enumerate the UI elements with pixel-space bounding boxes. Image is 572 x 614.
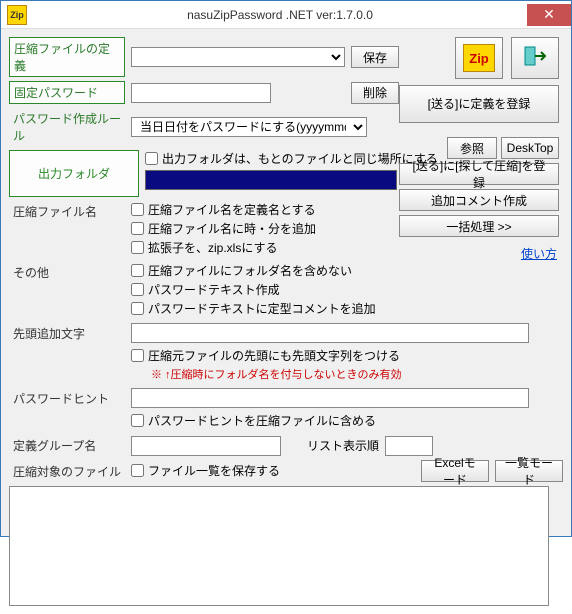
titlebar: Zip nasuZipPassword .NET ver:1.7.0.0 ✕	[1, 1, 571, 29]
chk-outsame-label: 出力フォルダは、もとのファイルと同じ場所にする	[162, 150, 438, 167]
register-sendto-button[interactable]: [送る]に定義を登録	[399, 85, 559, 123]
fixedpw-input[interactable]	[131, 83, 271, 103]
chk-savelist-label: ファイル一覧を保存する	[148, 462, 280, 479]
label-hint: パスワードヒント	[9, 388, 125, 409]
chk-pwcomment-label: パスワードテキストに定型コメントを追加	[148, 300, 376, 317]
chk-pwtext-label: パスワードテキスト作成	[148, 281, 280, 298]
prefix-input[interactable]	[131, 323, 529, 343]
chk-defname-label: 圧縮ファイル名を定義名とする	[148, 201, 316, 218]
search-register-button[interactable]: [送る]に[探して圧縮]を登録	[399, 163, 559, 185]
hint-input[interactable]	[131, 388, 529, 408]
label-target: 圧縮対象のファイル	[9, 461, 125, 482]
exit-icon	[521, 42, 549, 75]
chk-ext[interactable]	[131, 241, 144, 254]
output-folder-button[interactable]: 出力フォルダ	[9, 150, 139, 197]
chk-hint[interactable]	[131, 414, 144, 427]
browse-button[interactable]: 参照	[447, 137, 497, 159]
app-icon: Zip	[7, 5, 27, 25]
definition-select[interactable]	[131, 47, 345, 67]
chk-time-label: 圧縮ファイル名に時・分を追加	[148, 220, 316, 237]
excel-mode-button[interactable]: Excelモード	[421, 460, 489, 482]
close-button[interactable]: ✕	[527, 4, 571, 26]
chk-defname[interactable]	[131, 203, 144, 216]
save-button[interactable]: 保存	[351, 46, 399, 68]
chk-savelist[interactable]	[131, 464, 144, 477]
chk-outsame[interactable]	[145, 152, 158, 165]
label-fixedpw: 固定パスワード	[9, 81, 125, 104]
chk-ext-label: 拡張子を、zip.xlsにする	[148, 239, 277, 256]
chk-time[interactable]	[131, 222, 144, 235]
chk-srcprefix-label: 圧縮元ファイルの先頭にも先頭文字列をつける	[148, 347, 400, 364]
label-prefix: 先頭追加文字	[9, 323, 125, 344]
add-comment-button[interactable]: 追加コメント作成	[399, 189, 559, 211]
delete-button[interactable]: 削除	[351, 82, 399, 104]
rule-select[interactable]: 当日日付をパスワードにする(yyyymmdd)	[131, 117, 367, 137]
chk-nofolder[interactable]	[131, 264, 144, 277]
label-other: その他	[9, 262, 125, 283]
group-input[interactable]	[131, 436, 281, 456]
howto-link[interactable]: 使い方	[521, 247, 557, 261]
chk-nofolder-label: 圧縮ファイルにフォルダ名を含めない	[148, 262, 352, 279]
label-definition: 圧縮ファイルの定義	[9, 37, 125, 77]
batch-button[interactable]: 一括処理 >>	[399, 215, 559, 237]
label-listorder: リスト表示順	[307, 437, 379, 454]
listorder-input[interactable]	[385, 436, 433, 456]
output-path-display[interactable]	[145, 170, 397, 190]
window-title: nasuZipPassword .NET ver:1.7.0.0	[33, 8, 527, 22]
exit-button[interactable]	[511, 37, 559, 79]
chk-hint-label: パスワードヒントを圧縮ファイルに含める	[148, 412, 376, 429]
chk-pwtext[interactable]	[131, 283, 144, 296]
label-zipname: 圧縮ファイル名	[9, 201, 125, 222]
chk-srcprefix[interactable]	[131, 349, 144, 362]
desktop-button[interactable]: DeskTop	[501, 137, 559, 159]
list-mode-button[interactable]: 一覧モード	[495, 460, 563, 482]
zip-icon: Zip	[463, 44, 495, 72]
prefix-note: ※ ↑圧縮時にフォルダ名を付与しないときのみ有効	[151, 366, 531, 382]
label-rule: パスワード作成ルール	[9, 108, 125, 146]
label-group: 定義グループ名	[9, 435, 125, 456]
file-list[interactable]	[9, 486, 549, 606]
chk-pwcomment[interactable]	[131, 302, 144, 315]
zip-action-button[interactable]: Zip	[455, 37, 503, 79]
app-window: Zip nasuZipPassword .NET ver:1.7.0.0 ✕ Z…	[0, 0, 572, 537]
content-area: Zip 圧縮ファイルの定義 保存 固定パスワード 削除 パスワード作成ルール	[1, 29, 571, 614]
